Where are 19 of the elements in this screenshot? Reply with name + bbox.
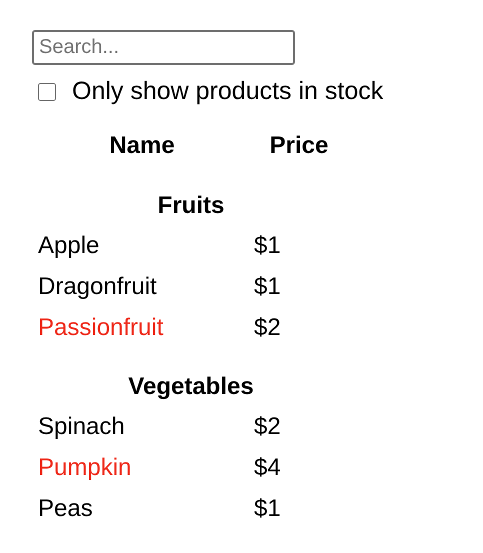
product-name: Passionfruit — [37, 313, 164, 343]
category-header: Vegetables — [127, 372, 255, 402]
column-header: Price — [268, 131, 330, 161]
product-name: Peas — [37, 494, 94, 524]
stock-checkbox[interactable] — [38, 82, 56, 100]
product-price: $4 — [253, 453, 282, 483]
column-header: Name — [108, 131, 176, 161]
product-price: $1 — [253, 231, 282, 261]
search-field[interactable]: Search... — [32, 30, 295, 65]
product-price: $1 — [253, 494, 282, 524]
product-price: $1 — [253, 272, 282, 302]
product-name: Pumpkin — [37, 453, 132, 483]
product-price: $2 — [253, 412, 282, 442]
checkbox-label: Only show products in stock — [72, 77, 384, 106]
product-name: Dragonfruit — [37, 272, 158, 302]
product-name: Spinach — [37, 412, 126, 442]
product-price: $2 — [253, 313, 282, 343]
category-header: Fruits — [156, 191, 226, 221]
product-name: Apple — [37, 231, 100, 261]
